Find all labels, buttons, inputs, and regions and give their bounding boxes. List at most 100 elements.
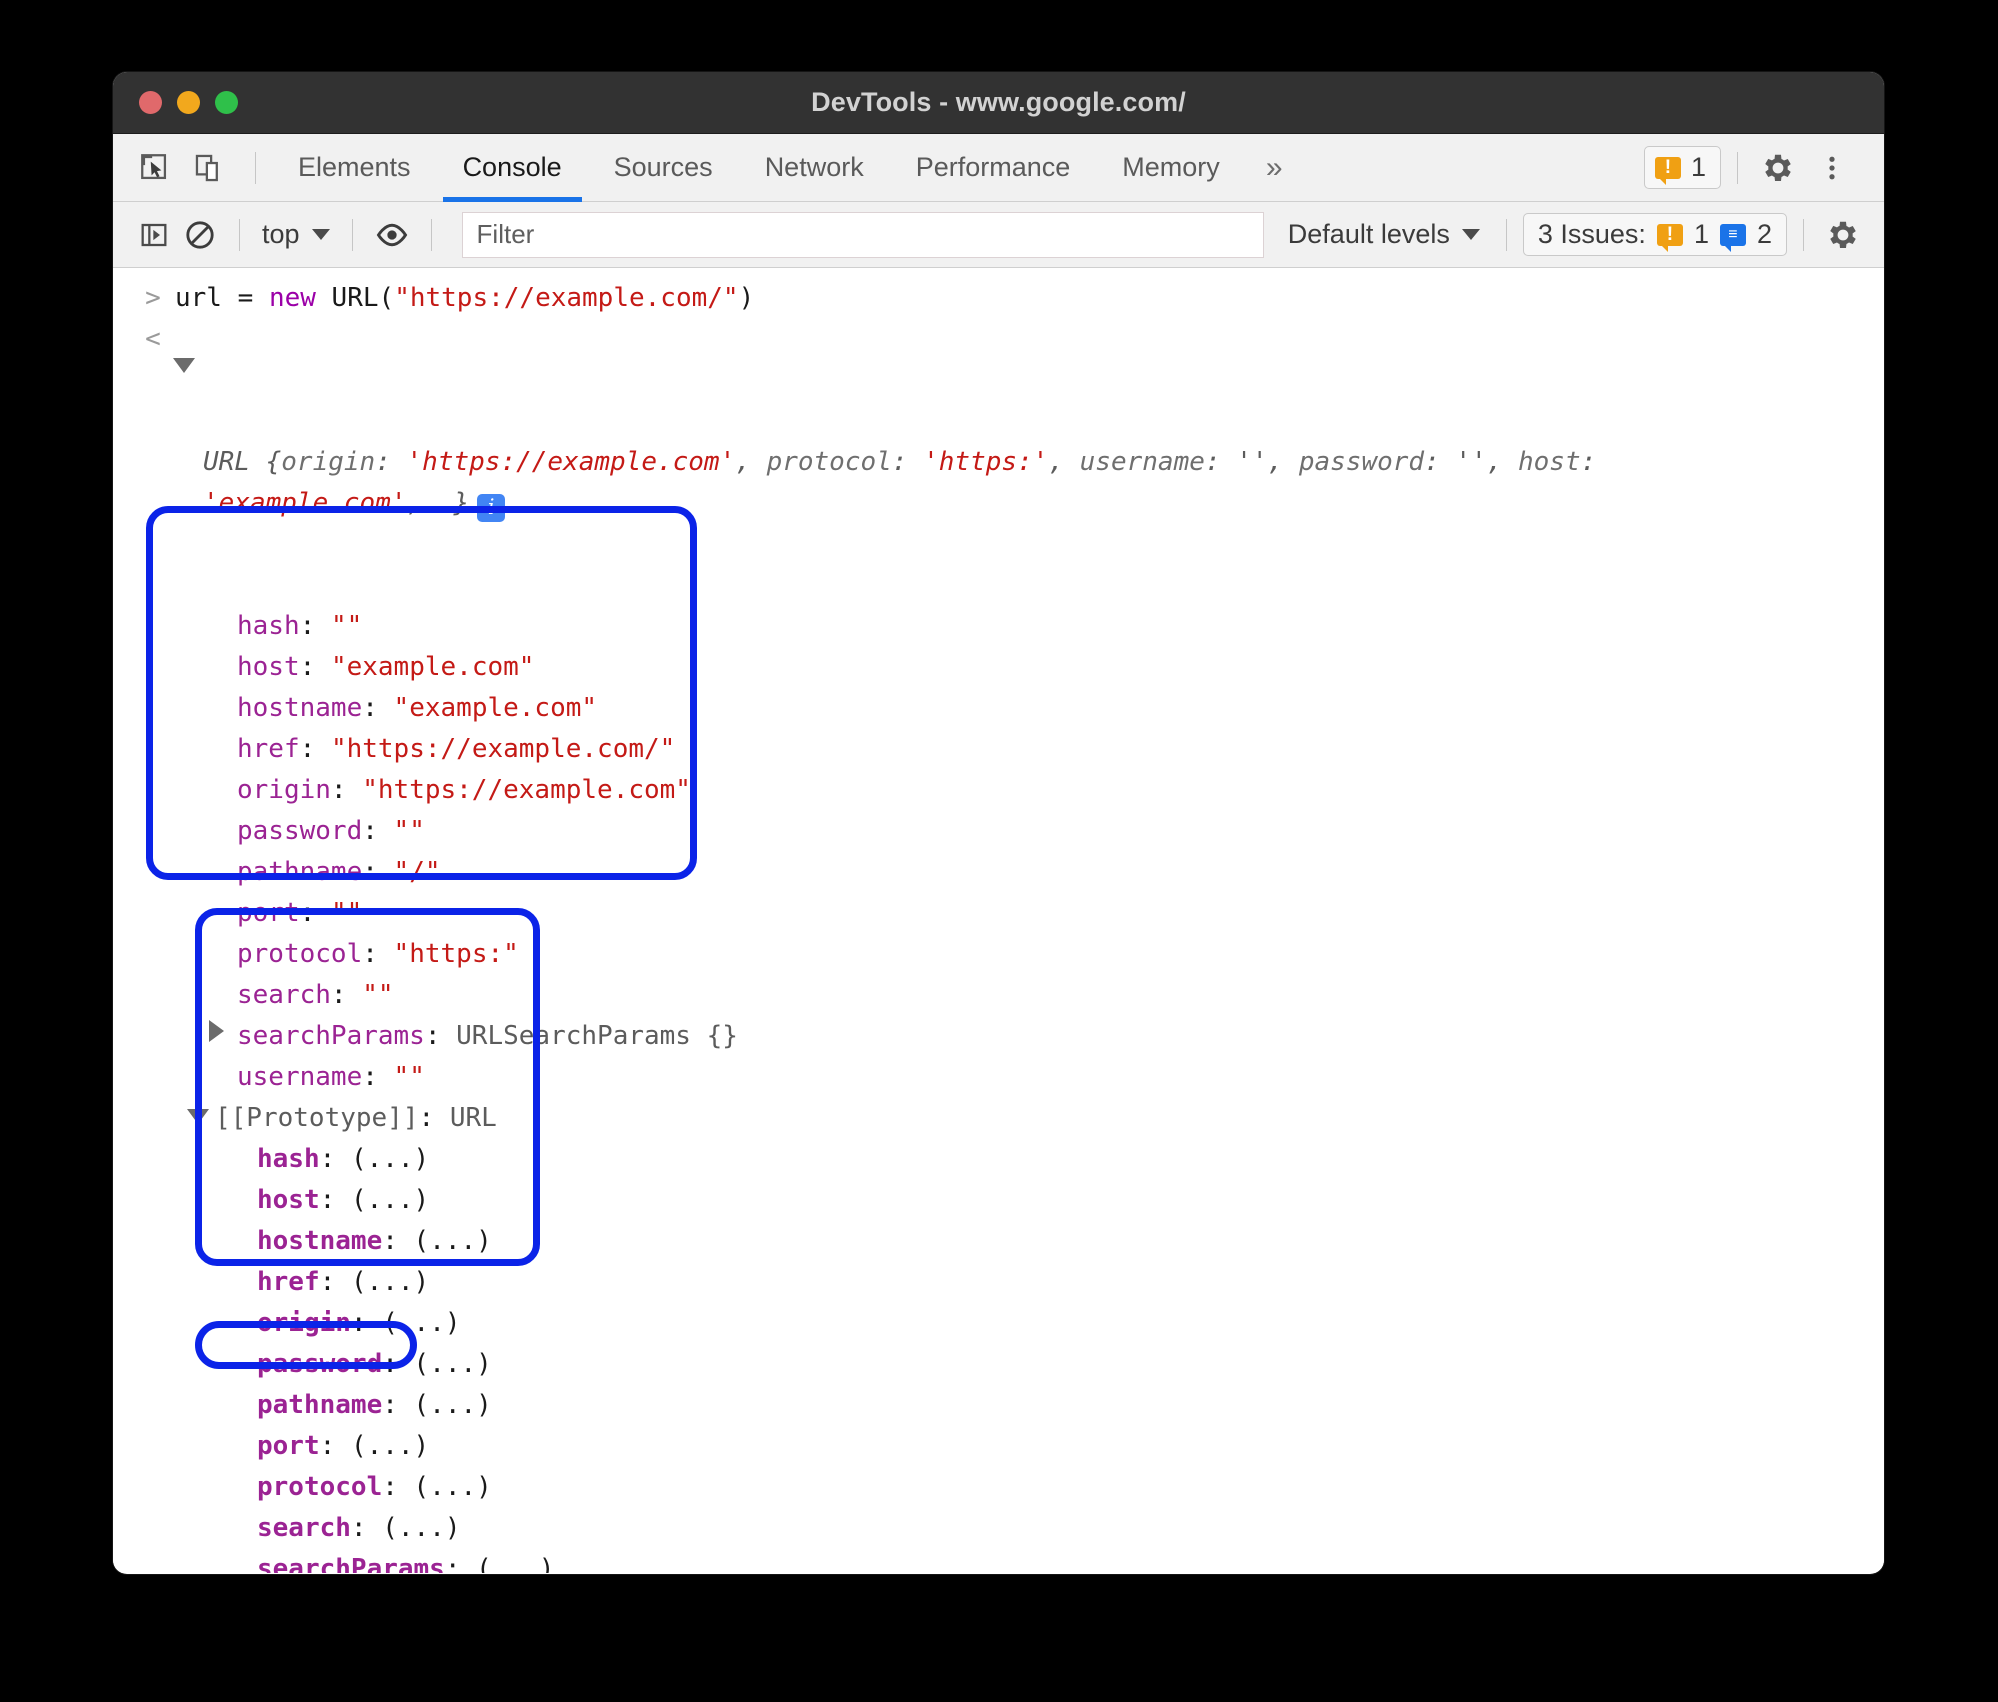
- expanded-properties: hash: "" host: "example.com" hostname: "…: [113, 606, 1884, 1573]
- input-new-keyword: new: [268, 283, 316, 313]
- property-value: "": [362, 980, 394, 1010]
- console-input-row: > url = new URL("https://example.com/"): [113, 278, 1884, 319]
- collapse-toggle-icon[interactable]: [187, 1098, 209, 1139]
- property-row-protocol[interactable]: protocol: "https:": [175, 934, 1884, 975]
- property-row-password[interactable]: password: "": [175, 811, 1884, 852]
- property-key: hash: [257, 1144, 320, 1174]
- tab-performance[interactable]: Performance: [890, 134, 1097, 202]
- gear-icon[interactable]: [1820, 212, 1866, 258]
- proto-row-searchparams[interactable]: searchParams: (...): [195, 1549, 1884, 1573]
- more-tabs-button[interactable]: »: [1246, 134, 1303, 202]
- proto-row-search[interactable]: search: (...): [195, 1508, 1884, 1549]
- tab-elements[interactable]: Elements: [272, 134, 437, 202]
- execution-context-label: top: [262, 219, 300, 249]
- object-ellipsis: , …}: [406, 488, 470, 518]
- more-vertical-icon[interactable]: [1808, 144, 1856, 192]
- tab-sources[interactable]: Sources: [588, 134, 739, 202]
- warning-counter-button[interactable]: ! 1: [1643, 146, 1721, 189]
- console-output[interactable]: > url = new URL("https://example.com/") …: [113, 268, 1884, 1573]
- prototype-label: [[Prototype]]: [215, 1103, 419, 1133]
- property-value[interactable]: (...): [382, 1308, 460, 1338]
- property-value: "example.com": [330, 652, 535, 682]
- proto-row-port[interactable]: port: (...): [195, 1426, 1884, 1467]
- live-expression-icon[interactable]: [369, 212, 415, 258]
- property-row-host[interactable]: host: "example.com": [175, 647, 1884, 688]
- proto-row-origin[interactable]: origin: (...): [195, 1303, 1884, 1344]
- proto-row-protocol[interactable]: protocol: (...): [195, 1467, 1884, 1508]
- info-icon: ≡: [1719, 223, 1746, 252]
- devtools-window: DevTools - www.google.com/ Elements Cons…: [113, 72, 1884, 1574]
- property-value: "https://example.com/": [330, 734, 676, 764]
- property-value[interactable]: (...): [382, 1513, 460, 1543]
- property-row-href[interactable]: href: "https://example.com/": [175, 729, 1884, 770]
- property-value[interactable]: (...): [351, 1144, 429, 1174]
- property-row-origin[interactable]: origin: "https://example.com": [175, 770, 1884, 811]
- issues-info-count: 2: [1756, 219, 1772, 249]
- proto-row-href[interactable]: href: (...): [195, 1262, 1884, 1303]
- property-value[interactable]: (...): [351, 1431, 429, 1461]
- title-bar: DevTools - www.google.com/: [113, 72, 1884, 134]
- expand-toggle-icon[interactable]: [209, 1016, 224, 1057]
- property-value[interactable]: (...): [476, 1554, 554, 1573]
- prototype-row[interactable]: [[Prototype]]: URL: [175, 1098, 1884, 1139]
- property-key: hash: [237, 611, 300, 641]
- close-button[interactable]: [139, 91, 162, 114]
- property-value[interactable]: (...): [351, 1185, 429, 1215]
- window-controls: [139, 91, 238, 114]
- object-open-brace: {: [265, 447, 282, 477]
- property-key: origin: [237, 775, 331, 805]
- property-value[interactable]: (...): [414, 1472, 492, 1502]
- toolbar-divider-3: [430, 218, 432, 251]
- tab-console[interactable]: Console: [437, 134, 588, 202]
- input-equals: =: [221, 283, 269, 313]
- issues-warning-count: 1: [1693, 219, 1709, 249]
- proto-row-pathname[interactable]: pathname: (...): [195, 1385, 1884, 1426]
- console-sidebar-icon[interactable]: [131, 212, 177, 258]
- property-row-search[interactable]: search: "": [175, 975, 1884, 1016]
- proto-row-hash[interactable]: hash: (...): [195, 1139, 1884, 1180]
- property-key: pathname: [257, 1390, 383, 1420]
- proto-row-hostname[interactable]: hostname: (...): [195, 1221, 1884, 1262]
- warning-icon: !: [1654, 156, 1681, 185]
- object-preview[interactable]: URL {origin: 'https://example.com', prot…: [175, 442, 1765, 524]
- info-icon[interactable]: i: [477, 493, 506, 522]
- proto-row-password[interactable]: password: (...): [195, 1344, 1884, 1385]
- property-value[interactable]: (...): [414, 1390, 492, 1420]
- property-row-searchparams[interactable]: searchParams: URLSearchParams {}: [175, 1016, 1884, 1057]
- minimize-button[interactable]: [177, 91, 200, 114]
- tab-network[interactable]: Network: [739, 134, 890, 202]
- property-value: "https://example.com": [362, 775, 691, 805]
- clear-console-icon[interactable]: [177, 212, 223, 258]
- input-prompt-icon: >: [145, 283, 161, 313]
- input-close-paren: ): [738, 283, 755, 313]
- input-identifier: url: [175, 283, 222, 313]
- log-levels-selector[interactable]: Default levels: [1278, 219, 1490, 250]
- warning-count: 1: [1690, 152, 1706, 182]
- property-value[interactable]: (...): [414, 1349, 492, 1379]
- device-toolbar-icon[interactable]: [185, 144, 233, 192]
- property-key: searchParams: [237, 1021, 425, 1051]
- property-row-pathname[interactable]: pathname: "/": [175, 852, 1884, 893]
- property-key: href: [257, 1267, 320, 1297]
- proto-row-host[interactable]: host: (...): [195, 1180, 1884, 1221]
- preview-key-password: password: [1298, 447, 1425, 477]
- execution-context-selector[interactable]: top: [256, 219, 336, 250]
- property-row-hostname[interactable]: hostname: "example.com": [175, 688, 1884, 729]
- object-expand-toggle[interactable]: [173, 347, 195, 388]
- filter-input[interactable]: [461, 211, 1264, 258]
- property-value[interactable]: (...): [351, 1267, 429, 1297]
- inspect-element-icon[interactable]: [131, 144, 179, 192]
- input-argument: "https://example.com/": [394, 283, 739, 313]
- gear-icon[interactable]: [1754, 144, 1802, 192]
- tab-memory[interactable]: Memory: [1096, 134, 1246, 202]
- toolbar-divider-5: [1803, 218, 1804, 251]
- property-key: port: [257, 1431, 320, 1461]
- property-row-hash[interactable]: hash: "": [175, 606, 1884, 647]
- property-row-port[interactable]: port: "": [175, 893, 1884, 934]
- property-row-username[interactable]: username: "": [175, 1057, 1884, 1098]
- issues-button[interactable]: 3 Issues: ! 1 ≡ 2: [1522, 213, 1787, 256]
- toolbar-divider-4: [1505, 218, 1507, 251]
- maximize-button[interactable]: [215, 91, 238, 114]
- prototype-members: hash: (...) host: (...) hostname: (...) …: [175, 1139, 1884, 1573]
- property-value[interactable]: (...): [414, 1226, 492, 1256]
